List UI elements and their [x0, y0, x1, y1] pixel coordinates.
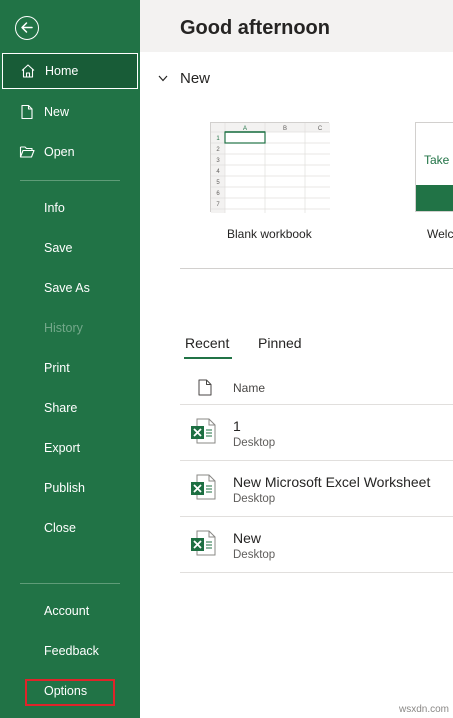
nav-share[interactable]: Share — [0, 389, 140, 427]
nav-info[interactable]: Info — [0, 189, 140, 227]
nav-new-label: New — [44, 105, 70, 119]
section-divider — [180, 268, 453, 269]
recent-file-row[interactable]: New Desktop — [180, 517, 453, 573]
greeting-bar: Good afternoon — [140, 0, 453, 52]
col-header-a: A — [243, 126, 247, 132]
new-section-heading: New — [180, 70, 211, 87]
options-highlight-box — [25, 679, 115, 706]
excel-file-icon — [191, 474, 216, 500]
recent-file-row[interactable]: 1 Desktop — [180, 405, 453, 461]
nav-account[interactable]: Account — [0, 592, 140, 630]
sidebar-divider — [20, 180, 120, 181]
nav-history-label: History — [44, 321, 83, 335]
backstage-sidebar: Home New Open Info Save Save As History … — [0, 0, 140, 718]
welcome-template-label[interactable]: Welc — [427, 227, 453, 241]
nav-open-label: Open — [44, 145, 75, 159]
file-location: Desktop — [233, 437, 276, 449]
welcome-template-thumbnail[interactable]: Take a — [415, 122, 453, 212]
nav-export-label: Export — [44, 441, 81, 455]
welcome-preview-text: Take a — [424, 153, 453, 167]
tab-pinned[interactable]: Pinned — [258, 335, 302, 351]
excel-file-icon — [191, 418, 216, 444]
nav-publish[interactable]: Publish — [0, 469, 140, 507]
folder-open-icon — [19, 146, 35, 158]
welcome-green-band — [416, 185, 453, 211]
nav-info-label: Info — [44, 201, 65, 215]
chevron-down-icon[interactable] — [158, 75, 168, 82]
nav-print-label: Print — [44, 361, 70, 375]
nav-open[interactable]: Open — [0, 133, 140, 171]
nav-share-label: Share — [44, 401, 78, 415]
nav-save-as-label: Save As — [44, 281, 90, 295]
nav-feedback[interactable]: Feedback — [0, 632, 140, 670]
back-button[interactable] — [15, 16, 39, 40]
watermark: wsxdn.com — [398, 704, 449, 715]
nav-history: History — [0, 309, 140, 347]
row-separator — [180, 572, 453, 573]
blank-workbook-thumbnail[interactable]: A B C 1 2 3 4 5 6 7 — [210, 122, 330, 213]
nav-feedback-label: Feedback — [44, 644, 99, 658]
file-name: New Microsoft Excel Worksheet — [233, 474, 431, 490]
nav-export[interactable]: Export — [0, 429, 140, 467]
nav-close-label: Close — [44, 521, 76, 535]
sidebar-divider — [20, 583, 120, 584]
nav-publish-label: Publish — [44, 481, 85, 495]
col-header-c: C — [318, 126, 323, 132]
nav-save-label: Save — [44, 241, 73, 255]
excel-file-icon — [191, 530, 216, 556]
nav-account-label: Account — [44, 604, 90, 618]
backstage-main: Good afternoon New A B C 1 2 3 4 5 6 7 B… — [140, 0, 453, 718]
tab-recent[interactable]: Recent — [185, 335, 229, 351]
file-type-icon — [198, 379, 212, 396]
file-location: Desktop — [233, 549, 276, 561]
arrow-left-icon — [21, 22, 33, 33]
nav-print[interactable]: Print — [0, 349, 140, 387]
nav-save[interactable]: Save — [0, 229, 140, 267]
recent-file-row[interactable]: New Microsoft Excel Worksheet Desktop — [180, 461, 453, 517]
nav-save-as[interactable]: Save As — [0, 269, 140, 307]
home-icon — [21, 64, 35, 78]
spreadsheet-grid-preview: A B C 1 2 3 4 5 6 7 — [211, 123, 330, 213]
file-name: 1 — [233, 418, 241, 434]
file-name: New — [233, 530, 262, 546]
col-header-b: B — [283, 126, 287, 132]
nav-new[interactable]: New — [0, 93, 140, 131]
new-document-icon — [21, 104, 33, 120]
file-location: Desktop — [233, 493, 276, 505]
active-tab-indicator — [184, 357, 232, 359]
nav-home[interactable]: Home — [2, 53, 138, 89]
nav-close[interactable]: Close — [0, 509, 140, 547]
greeting-title: Good afternoon — [180, 17, 330, 39]
column-header-name[interactable]: Name — [233, 381, 265, 395]
blank-workbook-label[interactable]: Blank workbook — [227, 227, 312, 241]
nav-home-label: Home — [45, 64, 79, 78]
